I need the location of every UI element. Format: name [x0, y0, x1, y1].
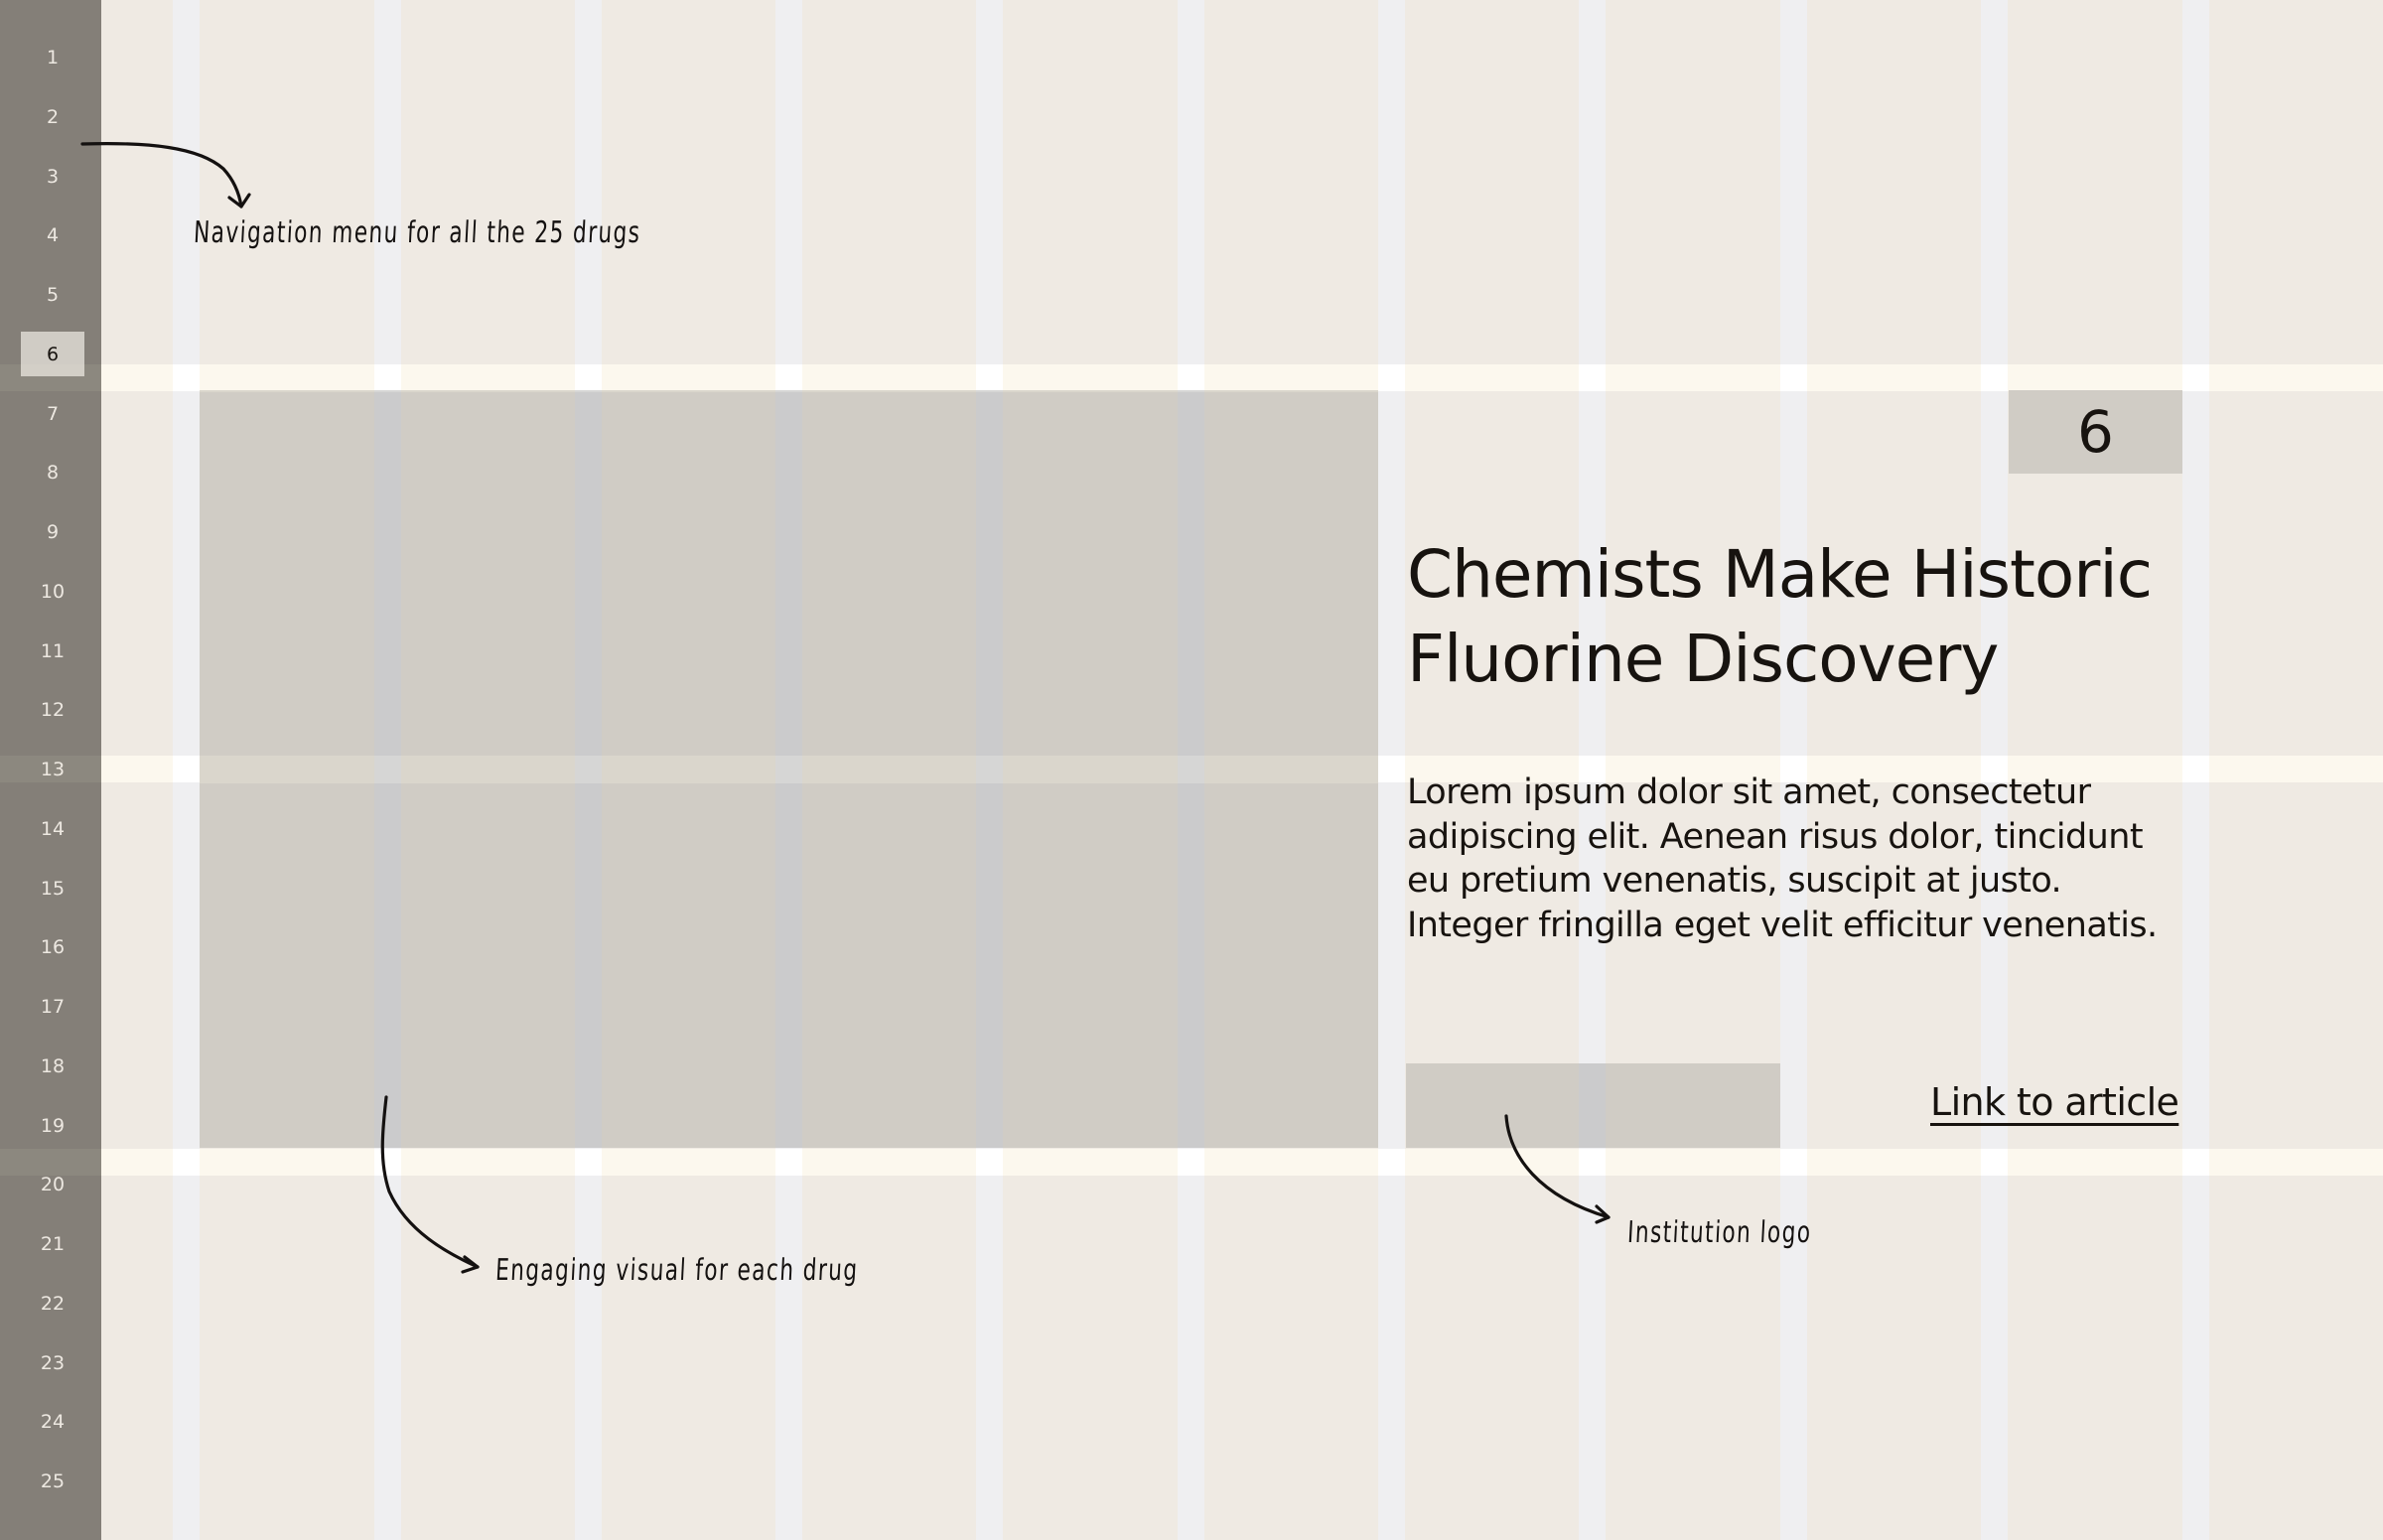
nav-item-12[interactable]: 12 [21, 688, 84, 733]
grid-intersection [374, 1149, 401, 1176]
nav-item-9[interactable]: 9 [21, 510, 84, 555]
grid-intersection [976, 1149, 1003, 1176]
article-title-line-2: Fluorine Discovery [1407, 621, 1999, 697]
nav-item-14[interactable]: 14 [21, 806, 84, 851]
annotation-visual: Engaging visual for each drug [494, 1253, 860, 1288]
nav-item-11[interactable]: 11 [21, 629, 84, 673]
article-title-line-1: Chemists Make Historic [1407, 536, 2153, 613]
drug-navigation-sidebar: 1 2 3 4 5 6 7 8 9 10 11 12 13 14 15 16 17 18 19 20 21 22 23 24 2… [0, 0, 101, 1540]
institution-logo-placeholder [1406, 1063, 1780, 1148]
grid-overlay-intersection [575, 390, 602, 392]
nav-item-8[interactable]: 8 [21, 451, 84, 495]
nav-item-15[interactable]: 15 [21, 866, 84, 910]
nav-item-1[interactable]: 1 [21, 36, 84, 80]
grid-intersection [2182, 1149, 2209, 1176]
grid-intersection [1178, 364, 1204, 391]
row-band [101, 364, 2383, 391]
grid-intersection [1378, 364, 1405, 391]
grid-overlay-intersection [374, 390, 401, 392]
nav-item-10[interactable]: 10 [21, 569, 84, 614]
grid-overlay-intersection [775, 756, 802, 783]
row-band [101, 1149, 2383, 1176]
grid-intersection [2182, 364, 2209, 391]
nav-item-3[interactable]: 3 [21, 154, 84, 199]
grid-intersection [575, 364, 602, 391]
grid-intersection [1178, 1149, 1204, 1176]
grid-overlay-intersection [976, 390, 1003, 392]
nav-item-5[interactable]: 5 [21, 273, 84, 318]
nav-item-4[interactable]: 4 [21, 213, 84, 258]
grid-intersection [1780, 1149, 1807, 1176]
grid-intersection [1378, 1149, 1405, 1176]
annotation-navigation: Navigation menu for all the 25 drugs [193, 215, 642, 250]
grid-intersection [775, 1149, 802, 1176]
grid-overlay-intersection [976, 756, 1003, 783]
navigation-arrow-icon [80, 142, 251, 209]
article-summary: Lorem ipsum dolor sit amet, consectetur … [1407, 772, 2158, 945]
nav-item-7[interactable]: 7 [21, 391, 84, 436]
nav-item-17[interactable]: 17 [21, 985, 84, 1030]
grid-overlay-intersection [575, 756, 602, 783]
article-title: Chemists Make Historic Fluorine Discover… [1407, 532, 2201, 701]
grid-intersection [775, 364, 802, 391]
nav-item-22[interactable]: 22 [21, 1281, 84, 1326]
grid-intersection [1579, 1149, 1606, 1176]
grid-overlay-intersection [1178, 756, 1204, 783]
drug-number: 6 [2077, 398, 2114, 466]
article-link[interactable]: Link to article [1930, 1080, 2179, 1124]
grid-intersection [1780, 364, 1807, 391]
grid-intersection [976, 364, 1003, 391]
grid-overlay-intersection [1178, 390, 1204, 392]
grid-intersection [575, 1149, 602, 1176]
grid-intersection [173, 1149, 200, 1176]
nav-item-19[interactable]: 19 [21, 1103, 84, 1148]
grid-overlay-gutter [1579, 1063, 1606, 1148]
grid-intersection [1378, 756, 1405, 782]
drug-visual-placeholder [200, 390, 1378, 1148]
grid-intersection [374, 364, 401, 391]
nav-item-25[interactable]: 25 [21, 1460, 84, 1504]
grid-intersection [173, 364, 200, 391]
annotation-logo: Institution logo [1626, 1215, 1813, 1250]
nav-item-23[interactable]: 23 [21, 1340, 84, 1385]
nav-item-16[interactable]: 16 [21, 925, 84, 970]
grid-intersection [1981, 1149, 2008, 1176]
grid-intersection [173, 756, 200, 782]
drug-number-badge: 6 [2009, 390, 2182, 474]
grid-intersection [1981, 364, 2008, 391]
grid-overlay-intersection [374, 756, 401, 783]
grid-overlay-intersection [775, 390, 802, 392]
column-gutter [1378, 0, 1405, 1540]
nav-item-24[interactable]: 24 [21, 1400, 84, 1445]
nav-item-21[interactable]: 21 [21, 1222, 84, 1267]
nav-item-6[interactable]: 6 [21, 332, 84, 377]
nav-item-18[interactable]: 18 [21, 1044, 84, 1088]
nav-item-20[interactable]: 20 [21, 1163, 84, 1207]
nav-item-2[interactable]: 2 [21, 94, 84, 139]
grid-intersection [1579, 364, 1606, 391]
nav-item-13[interactable]: 13 [21, 748, 84, 792]
